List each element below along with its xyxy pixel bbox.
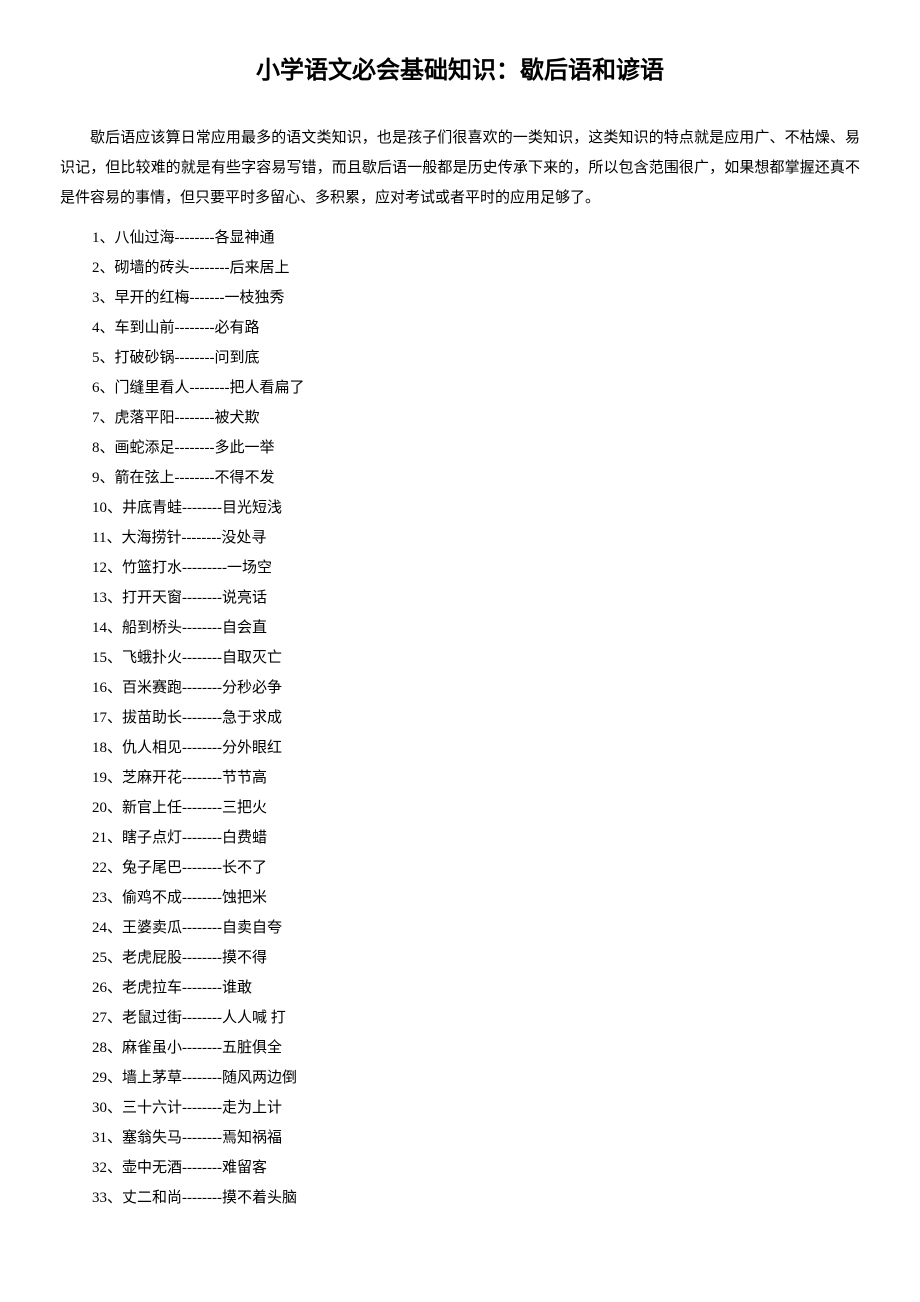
list-item: 24、王婆卖瓜--------自卖自夸 <box>92 913 860 943</box>
list-item: 25、老虎屁股--------摸不得 <box>92 943 860 973</box>
list-item: 21、瞎子点灯--------白费蜡 <box>92 823 860 853</box>
list-item: 9、箭在弦上--------不得不发 <box>92 463 860 493</box>
list-item: 14、船到桥头--------自会直 <box>92 613 860 643</box>
list-item: 13、打开天窗--------说亮话 <box>92 583 860 613</box>
list-item: 2、砌墙的砖头--------后来居上 <box>92 253 860 283</box>
list-item: 23、偷鸡不成--------蚀把米 <box>92 883 860 913</box>
list-item: 15、飞蛾扑火--------自取灭亡 <box>92 643 860 673</box>
list-item: 26、老虎拉车--------谁敢 <box>92 973 860 1003</box>
list-item: 28、麻雀虽小--------五脏俱全 <box>92 1033 860 1063</box>
list-item: 20、新官上任--------三把火 <box>92 793 860 823</box>
list-item: 7、虎落平阳--------被犬欺 <box>92 403 860 433</box>
list-item: 31、塞翁失马--------焉知祸福 <box>92 1123 860 1153</box>
list-item: 22、兔子尾巴--------长不了 <box>92 853 860 883</box>
list-item: 6、门缝里看人--------把人看扁了 <box>92 373 860 403</box>
list-item: 29、墙上茅草--------随风两边倒 <box>92 1063 860 1093</box>
list-item: 16、百米赛跑--------分秒必争 <box>92 673 860 703</box>
list-item: 17、拔苗助长--------急于求成 <box>92 703 860 733</box>
list-item: 12、竹篮打水---------一场空 <box>92 553 860 583</box>
list-item: 18、仇人相见--------分外眼红 <box>92 733 860 763</box>
list-item: 3、早开的红梅-------一枝独秀 <box>92 283 860 313</box>
list-item: 27、老鼠过街--------人人喊 打 <box>92 1003 860 1033</box>
page-title: 小学语文必会基础知识：歇后语和谚语 <box>60 50 860 85</box>
list-item: 33、丈二和尚--------摸不着头脑 <box>92 1183 860 1213</box>
intro-paragraph: 歇后语应该算日常应用最多的语文类知识，也是孩子们很喜欢的一类知识，这类知识的特点… <box>60 123 860 213</box>
list-item: 32、壶中无酒--------难留客 <box>92 1153 860 1183</box>
list-item: 30、三十六计--------走为上计 <box>92 1093 860 1123</box>
list-item: 1、八仙过海--------各显神通 <box>92 223 860 253</box>
list-item: 8、画蛇添足--------多此一举 <box>92 433 860 463</box>
list-item: 19、芝麻开花--------节节高 <box>92 763 860 793</box>
list-item: 11、大海捞针--------没处寻 <box>92 523 860 553</box>
idiom-list: 1、八仙过海--------各显神通 2、砌墙的砖头--------后来居上 3… <box>92 223 860 1213</box>
list-item: 10、井底青蛙--------目光短浅 <box>92 493 860 523</box>
list-item: 5、打破砂锅--------问到底 <box>92 343 860 373</box>
list-item: 4、车到山前--------必有路 <box>92 313 860 343</box>
